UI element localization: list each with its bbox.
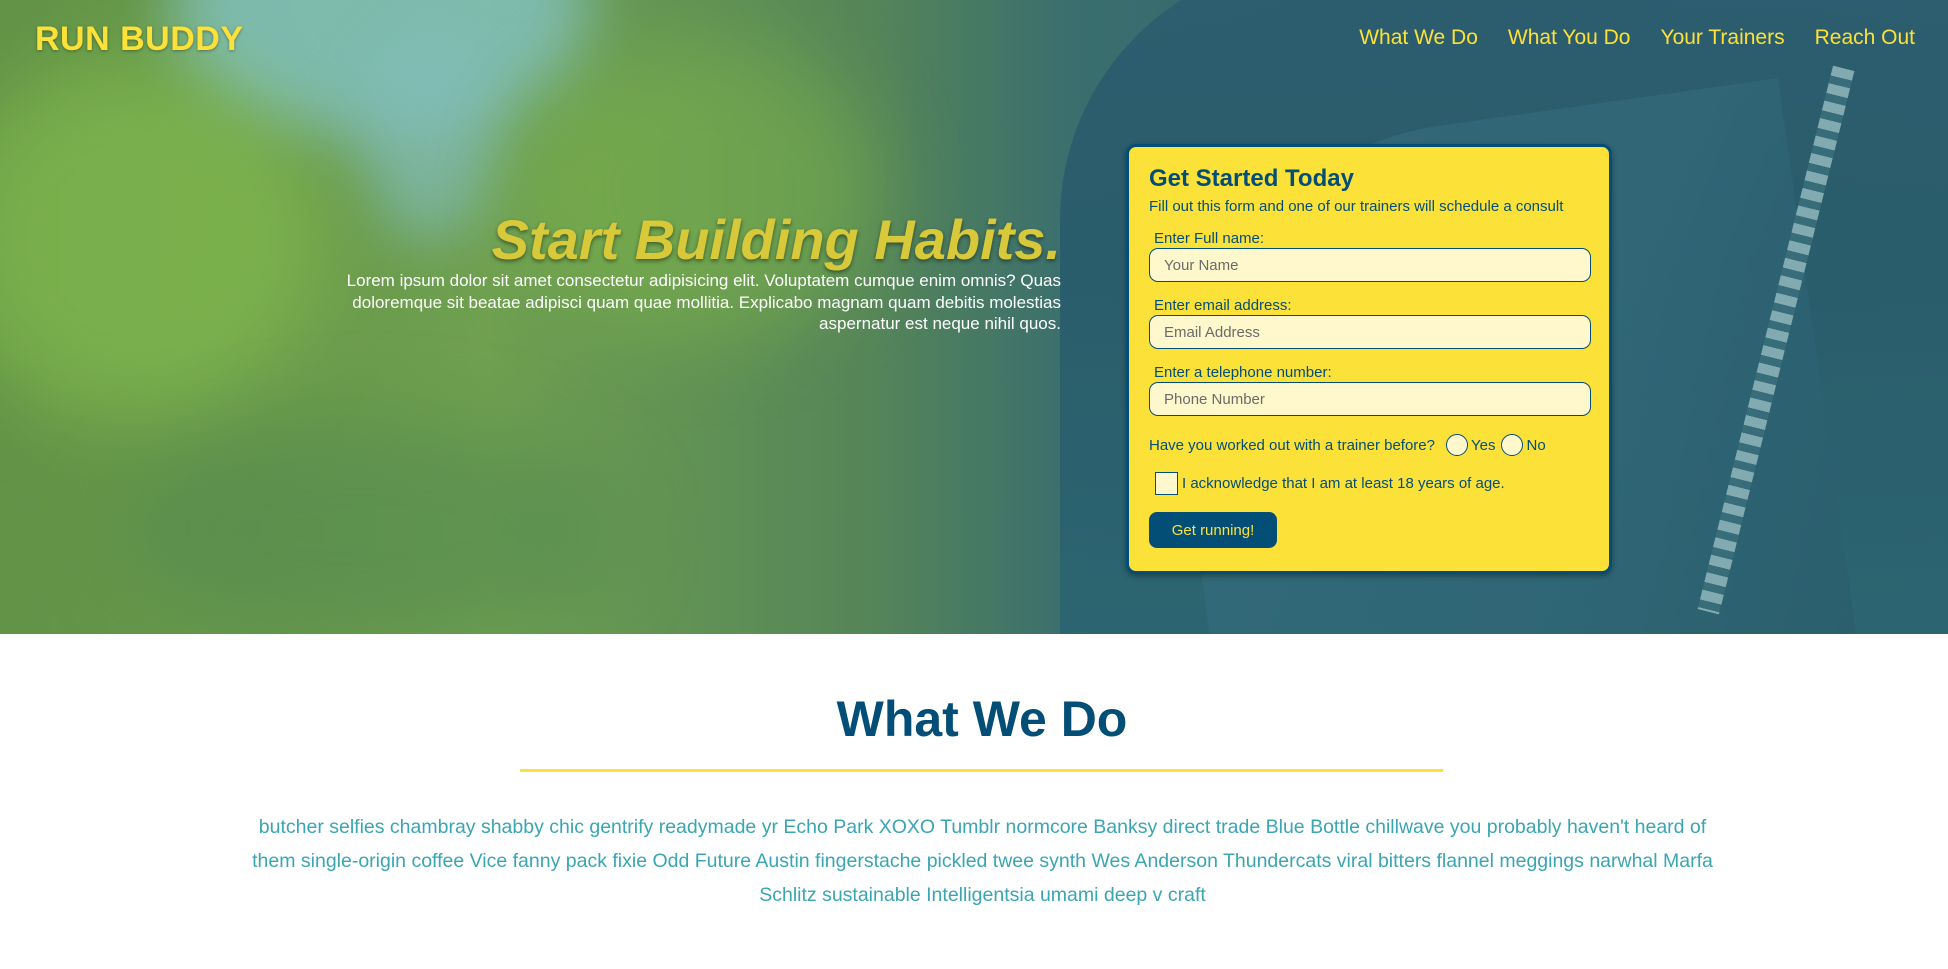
phone-label: Enter a telephone number: xyxy=(1154,364,1332,381)
trainer-question-row: Have you worked out with a trainer befor… xyxy=(1149,434,1589,456)
trainer-no-radio[interactable] xyxy=(1501,434,1524,456)
nav-link-what-you-do[interactable]: What You Do xyxy=(1508,26,1631,50)
email-input[interactable] xyxy=(1149,315,1591,349)
trainer-no-label: No xyxy=(1526,436,1546,454)
signup-form: Get Started Today Fill out this form and… xyxy=(1126,144,1612,574)
age-ack-checkbox[interactable] xyxy=(1155,472,1178,495)
get-running-button[interactable]: Get running! xyxy=(1149,512,1277,548)
trainer-yes-label: Yes xyxy=(1471,436,1496,454)
hero-text: Start Building Habits. Lorem ipsum dolor… xyxy=(341,210,1061,335)
nav-link-reach-out[interactable]: Reach Out xyxy=(1815,26,1915,50)
form-subtitle: Fill out this form and one of our traine… xyxy=(1149,198,1564,215)
age-ack-label: I acknowledge that I am at least 18 year… xyxy=(1182,475,1505,492)
email-label: Enter email address: xyxy=(1154,297,1292,314)
trainer-yes-radio[interactable] xyxy=(1446,434,1468,456)
nav-link-what-we-do[interactable]: What We Do xyxy=(1359,26,1478,50)
what-we-do-title: What We Do xyxy=(836,691,1128,747)
nav-link-your-trainers[interactable]: Your Trainers xyxy=(1660,26,1784,50)
main-nav: What We Do What You Do Your Trainers Rea… xyxy=(1359,26,1915,50)
name-input[interactable] xyxy=(1149,248,1591,282)
phone-input[interactable] xyxy=(1149,382,1591,416)
name-label: Enter Full name: xyxy=(1154,230,1265,247)
logo[interactable]: RUN BUDDY xyxy=(35,20,244,59)
hero-description: Lorem ipsum dolor sit amet consectetur a… xyxy=(346,271,1061,333)
form-title: Get Started Today xyxy=(1149,165,1354,192)
trainer-question-label: Have you worked out with a trainer befor… xyxy=(1149,436,1435,454)
age-ack-row: I acknowledge that I am at least 18 year… xyxy=(1149,472,1589,495)
section-divider xyxy=(520,769,1443,772)
hero-title: Start Building Habits. xyxy=(491,208,1061,271)
what-we-do-body: butcher selfies chambray shabby chic gen… xyxy=(252,816,1713,906)
